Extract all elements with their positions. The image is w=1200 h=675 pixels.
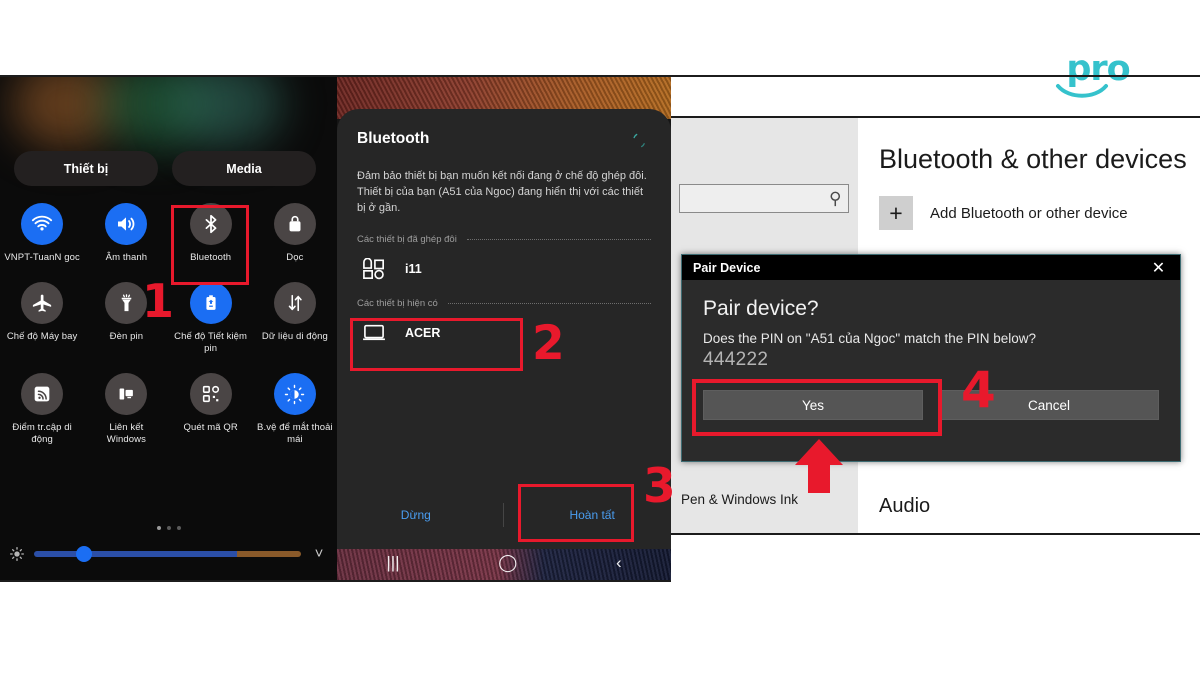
- paired-section-header: Các thiết bị đã ghép đôi: [357, 234, 651, 245]
- quick-settings-tiles: VNPT-TuanN goc Âm thanh Bluetooth Dọc Ch…: [0, 203, 337, 464]
- tile-label: Âm thanh: [105, 252, 148, 263]
- dialog-title: Pair Device: [693, 260, 761, 275]
- search-icon: ⚲: [828, 188, 841, 208]
- paired-device-name: i11: [405, 262, 422, 276]
- android-navigation-bar: ||| ◯ ‹: [337, 545, 671, 580]
- home-icon[interactable]: ◯: [498, 553, 517, 573]
- marker-2: 2: [532, 316, 565, 371]
- marker-4: 4: [961, 361, 996, 419]
- tile-eye-comfort-shield[interactable]: B.vệ để mắt thoải mái: [257, 373, 333, 446]
- mobile-data-icon: [273, 282, 316, 324]
- dialog-titlebar: Pair Device ✕: [682, 255, 1180, 280]
- tile-row: Điểm tr.cập di động Liên kết Windows Qué…: [0, 373, 337, 446]
- tile-label: Liên kết Windows: [106, 422, 146, 445]
- hotspot-icon: [21, 373, 64, 415]
- link-to-windows-icon: [105, 373, 148, 415]
- wifi-icon: [21, 203, 64, 245]
- bluetooth-sheet-title: Bluetooth: [357, 130, 430, 147]
- tile-label: VNPT-TuanN goc: [4, 252, 80, 263]
- dialog-heading: Pair device?: [703, 297, 819, 320]
- brightness-slider[interactable]: ˅: [0, 545, 337, 562]
- recents-icon[interactable]: |||: [386, 553, 399, 573]
- brightness-knob[interactable]: [76, 545, 92, 562]
- highlight-bluetooth-tile: [171, 205, 249, 285]
- brightness-icon: [10, 546, 24, 561]
- marker-3: 3: [643, 459, 676, 514]
- tile-row: VNPT-TuanN goc Âm thanh Bluetooth Dọc: [0, 203, 337, 264]
- battery-saver-icon: [189, 282, 232, 324]
- tile-label: Chế độ Tiết kiệm pin: [174, 331, 248, 354]
- window-bottom-border: [671, 533, 1200, 535]
- settings-search-box[interactable]: ⚲: [679, 184, 849, 213]
- tile-qr-scan[interactable]: Quét mã QR: [173, 373, 249, 446]
- dotted-rule: [466, 239, 651, 240]
- section-heading-audio: Audio: [879, 495, 931, 517]
- available-section-header: Các thiết bị hiện có: [357, 298, 651, 309]
- available-section-label: Các thiết bị hiện có: [357, 298, 438, 309]
- highlight-acer-row: [350, 318, 523, 371]
- tile-mobile-data[interactable]: Dữ liệu di động: [257, 282, 333, 355]
- bluetooth-sheet-header: Bluetooth: [357, 130, 651, 150]
- tile-label: Chế độ Máy bay: [6, 331, 78, 342]
- bottom-divider: [0, 580, 671, 582]
- highlight-hoan-tat: [518, 484, 634, 542]
- phone-quick-settings-panel: Thiết bị Media VNPT-TuanN goc Âm thanh B…: [0, 77, 337, 580]
- tile-wifi[interactable]: VNPT-TuanN goc: [4, 203, 80, 264]
- pin-value: 444222: [703, 349, 769, 371]
- pro-logo-text: pro: [1066, 49, 1130, 89]
- tile-label: Điểm tr.cập di động: [12, 422, 72, 445]
- pill-media[interactable]: Media: [172, 151, 316, 186]
- dotted-rule: [447, 303, 651, 304]
- screenshot-root: pro ⚲ Bluetooth & other devices Printers…: [0, 0, 1200, 675]
- close-icon[interactable]: ✕: [1137, 255, 1180, 280]
- tile-label: B.vệ để mắt thoải mái: [257, 422, 333, 445]
- rotation-lock-icon: [273, 203, 316, 245]
- qr-scan-icon: [189, 373, 232, 415]
- volume-icon: [105, 203, 148, 245]
- tile-label: Đèn pin: [109, 331, 144, 342]
- paired-device-row[interactable]: i11: [357, 258, 651, 280]
- pro-logo: pro: [1055, 52, 1141, 104]
- tile-sound[interactable]: Âm thanh: [88, 203, 164, 264]
- tile-airplane-mode[interactable]: Chế độ Máy bay: [4, 282, 80, 355]
- marker-1: 1: [142, 274, 175, 328]
- tile-mobile-hotspot[interactable]: Điểm tr.cập di động: [4, 373, 80, 446]
- highlight-yes-button: [692, 379, 942, 436]
- add-device-label: Add Bluetooth or other device: [930, 204, 1128, 222]
- action-separator: [503, 503, 505, 527]
- pill-thiet-bi[interactable]: Thiết bị: [14, 151, 158, 186]
- add-bluetooth-device-button[interactable]: + Add Bluetooth or other device: [879, 196, 1128, 230]
- dialog-question: Does the PIN on "A51 của Ngoc" match the…: [703, 331, 1037, 347]
- notification-glow: [0, 77, 337, 155]
- earbuds-case-icon: [361, 258, 387, 280]
- page-indicator-dots: [0, 517, 337, 535]
- tile-rotation-lock[interactable]: Dọc: [257, 203, 333, 264]
- bluetooth-sheet-description: Đảm bảo thiết bị bạn muốn kết nối đang ở…: [357, 170, 647, 214]
- chevron-down-icon[interactable]: ˅: [310, 545, 328, 562]
- tile-label: Dữ liệu di động: [261, 331, 328, 342]
- brightness-track[interactable]: [34, 545, 301, 562]
- tile-battery-saver[interactable]: Chế độ Tiết kiệm pin: [173, 282, 249, 355]
- arrow-up-icon: [795, 439, 843, 493]
- tile-label: Quét mã QR: [183, 422, 238, 433]
- paired-section-label: Các thiết bị đã ghép đôi: [357, 234, 457, 245]
- sidebar-item-pen-windows-ink[interactable]: Pen & Windows Ink: [681, 492, 798, 507]
- page-title: Bluetooth & other devices: [879, 144, 1187, 174]
- stop-scan-button[interactable]: Dừng: [346, 508, 486, 522]
- airplane-icon: [21, 282, 64, 324]
- plus-icon: +: [879, 196, 913, 230]
- scanning-spinner-icon: [633, 133, 645, 148]
- tile-link-to-windows[interactable]: Liên kết Windows: [88, 373, 164, 446]
- back-icon[interactable]: ‹: [616, 553, 622, 573]
- tile-label: Dọc: [286, 252, 304, 263]
- smile-curve-icon: [1056, 84, 1108, 98]
- eye-comfort-icon: [273, 373, 316, 415]
- quick-settings-pills: Thiết bị Media: [14, 151, 316, 186]
